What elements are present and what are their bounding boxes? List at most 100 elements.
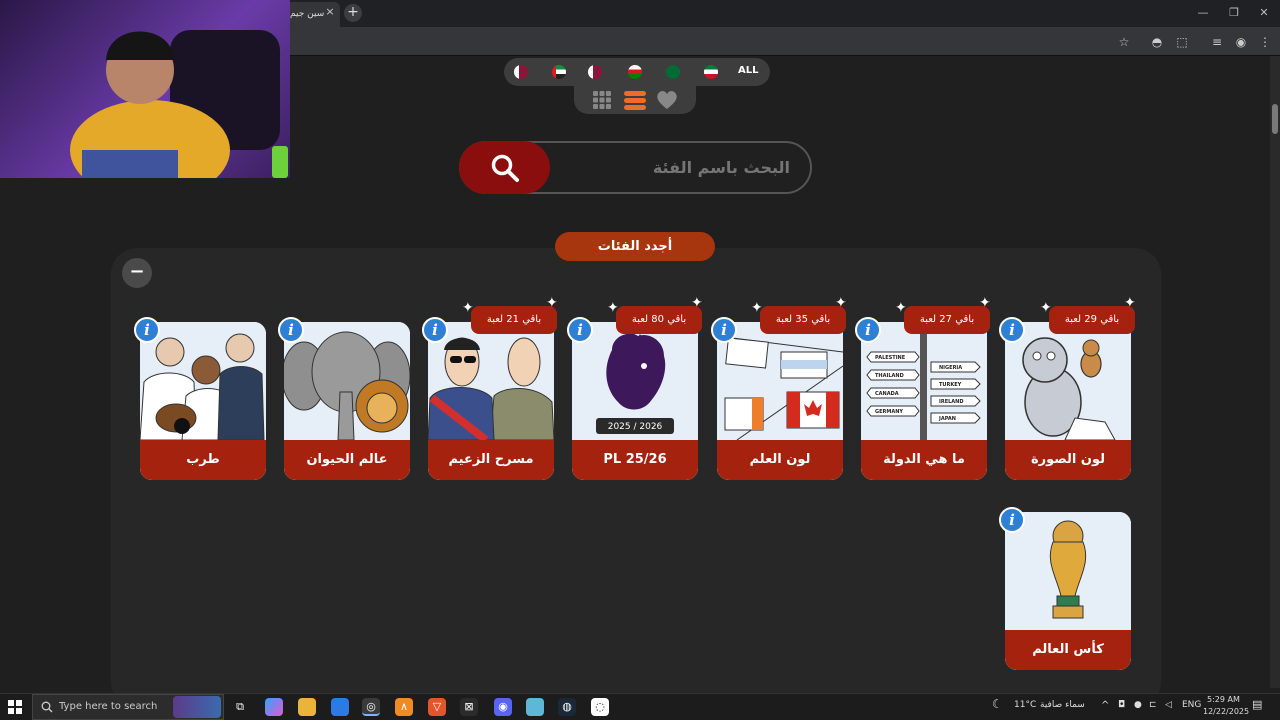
favorites-heart-icon[interactable] — [656, 90, 678, 110]
card-label: طرب — [140, 440, 266, 480]
category-card[interactable]: كأس العالم — [1005, 512, 1131, 670]
tray-app-icon[interactable]: ◘ — [1118, 700, 1125, 710]
app-icon[interactable]: ∧ — [395, 698, 413, 716]
tab-close-icon[interactable]: × — [322, 4, 338, 20]
list-view-icon[interactable] — [624, 90, 646, 110]
minimize-button[interactable]: — — [1193, 4, 1213, 22]
incognito-icon[interactable]: ◓ — [1148, 33, 1166, 51]
flag-oman-icon[interactable] — [628, 65, 642, 79]
sparkle-icon: ✦ — [835, 295, 847, 311]
remaining-badge: باقي 35 لعبة — [760, 306, 846, 334]
app-icon[interactable] — [526, 698, 544, 716]
webcam-overlay — [0, 0, 290, 178]
theater-actors-image — [428, 322, 554, 444]
sparkle-icon: ✦ — [979, 295, 991, 311]
tab-title: سين جيم — [290, 9, 325, 19]
card-image: 2025 / 2026 — [572, 322, 698, 440]
sparkle-icon: ✦ — [895, 300, 907, 316]
collapse-button[interactable]: − — [122, 258, 152, 288]
info-icon[interactable]: i — [999, 317, 1025, 343]
elephant-lion-image — [284, 322, 410, 441]
flag-qatar-icon[interactable] — [514, 65, 528, 79]
sign-text: NIGERIA — [939, 365, 962, 371]
info-icon[interactable]: i — [567, 317, 593, 343]
card-label: كأس العالم — [1005, 630, 1131, 670]
category-card[interactable]: لون العلم — [717, 322, 843, 480]
sign-text: TURKEY — [939, 382, 962, 388]
filter-all[interactable]: ALL — [738, 65, 758, 76]
remaining-badge: باقي 29 لعبة — [1049, 306, 1135, 334]
menu-kebab-icon[interactable]: ⋮ — [1256, 33, 1274, 51]
close-window-button[interactable]: ✕ — [1254, 4, 1274, 22]
reading-list-icon[interactable]: ≡ — [1208, 33, 1226, 51]
card-image — [1005, 512, 1131, 630]
info-icon[interactable]: i — [855, 317, 881, 343]
network-icon[interactable]: ⊏ — [1149, 700, 1157, 710]
card-image — [717, 322, 843, 441]
steam-icon[interactable]: ◍ — [558, 698, 576, 716]
obs-icon[interactable]: ◌ — [591, 698, 609, 716]
info-icon[interactable]: i — [711, 317, 737, 343]
language-indicator[interactable]: ENG — [1182, 700, 1201, 710]
premier-league-lion-image: 2025 / 2026 — [572, 322, 698, 440]
sparkle-icon: ✦ — [691, 295, 703, 311]
card-label: مسرح الزعيم — [428, 440, 554, 480]
card-label: عالم الحيوان — [284, 440, 410, 480]
info-icon[interactable]: i — [278, 317, 304, 343]
chrome-icon[interactable]: ◎ — [362, 698, 380, 716]
show-hidden-icons-icon[interactable]: ^ — [1101, 700, 1109, 711]
info-icon[interactable]: i — [999, 507, 1025, 533]
remaining-badge: باقي 27 لعبة — [904, 306, 990, 334]
category-card[interactable]: طرب — [140, 322, 266, 480]
taskbar-search-box[interactable]: Type here to search — [32, 694, 224, 720]
category-card[interactable]: عالم الحيوان — [284, 322, 410, 480]
country-filter-bar: ALL — [504, 58, 770, 86]
sparkle-icon: ✦ — [1040, 300, 1052, 316]
flag-saudi-icon[interactable] — [666, 65, 680, 79]
clock-date[interactable]: 12/22/2025 — [1203, 707, 1249, 716]
scrollbar[interactable] — [1270, 56, 1280, 688]
sign-text: JAPAN — [938, 416, 956, 422]
sparkle-icon: ✦ — [546, 295, 558, 311]
scroll-thumb[interactable] — [1272, 104, 1278, 134]
task-view-icon[interactable]: ⧉ — [231, 698, 249, 716]
flag-kuwait-icon[interactable] — [704, 65, 718, 79]
weather-temp[interactable]: 11°C — [1014, 700, 1036, 710]
category-card[interactable]: لون الصورة — [1005, 322, 1131, 480]
flag-outlines-image — [717, 322, 843, 441]
card-image — [1005, 322, 1131, 441]
remaining-badge: باقي 21 لعبة — [471, 306, 557, 334]
maximize-button[interactable]: ❐ — [1224, 4, 1244, 22]
profile-icon[interactable]: ◉ — [1232, 33, 1250, 51]
sign-text: IRELAND — [939, 399, 964, 405]
category-card[interactable]: PALESTINE THAILAND CANADA GERMANY NIGERI… — [861, 322, 987, 480]
brave-icon[interactable]: ▽ — [428, 698, 446, 716]
volume-icon[interactable]: ◁ — [1165, 700, 1172, 710]
weather-desc[interactable]: سماء صافية — [1040, 700, 1085, 710]
sign-text: PALESTINE — [875, 355, 906, 361]
bookmark-star-icon[interactable]: ☆ — [1115, 33, 1133, 51]
discord-icon[interactable]: ◉ — [494, 698, 512, 716]
grid-view-icon[interactable] — [592, 90, 612, 110]
category-search-input[interactable] — [570, 152, 790, 182]
microphone-icon[interactable]: ● — [1134, 700, 1142, 710]
flag-uae-icon[interactable] — [552, 65, 566, 79]
search-button[interactable] — [459, 141, 550, 194]
new-tab-button[interactable]: + — [344, 4, 362, 22]
store-icon[interactable] — [331, 698, 349, 716]
info-icon[interactable]: i — [134, 317, 160, 343]
category-card[interactable]: مسرح الزعيم — [428, 322, 554, 480]
flag-qatar-icon[interactable] — [588, 65, 602, 79]
country-signpost-image: PALESTINE THAILAND CANADA GERMANY NIGERI… — [861, 322, 987, 440]
info-icon[interactable]: i — [422, 317, 448, 343]
copilot-icon[interactable] — [265, 698, 283, 716]
notification-icon[interactable]: ▤ — [1252, 698, 1262, 711]
sign-text: THAILAND — [875, 373, 904, 379]
xbox-icon[interactable]: ⊠ — [460, 698, 478, 716]
clock-time[interactable]: 5:29 AM — [1207, 695, 1240, 704]
category-card[interactable]: 2025 / 2026 PL 25/26 — [572, 322, 698, 480]
moon-weather-icon: ☾ — [992, 697, 1003, 711]
extensions-icon[interactable]: ⬚ — [1173, 33, 1191, 51]
file-explorer-icon[interactable] — [298, 698, 316, 716]
windows-start-icon[interactable] — [8, 700, 22, 714]
